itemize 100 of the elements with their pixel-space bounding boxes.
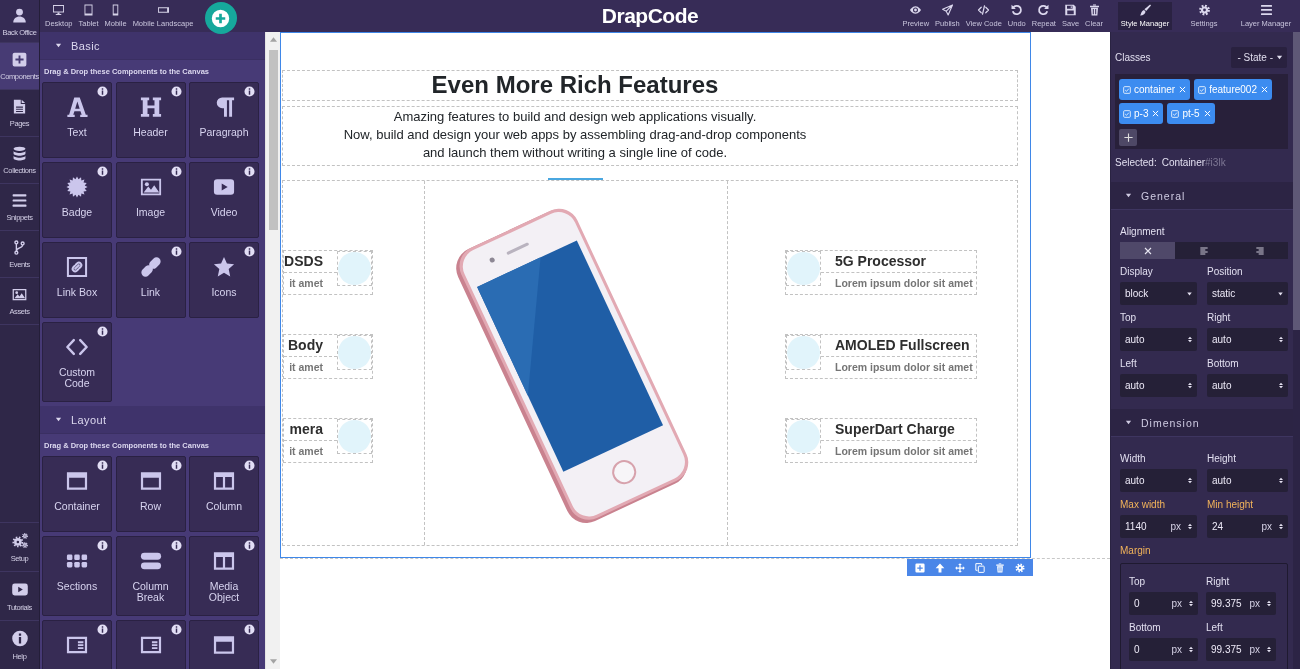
number-field[interactable]: auto (1120, 469, 1197, 492)
number-field[interactable]: 99.375 px (1206, 638, 1276, 661)
field-label: Right (1207, 312, 1232, 324)
field-label: Position (1207, 266, 1244, 278)
selected-container[interactable] (280, 32, 1031, 558)
component-tile[interactable]: Badge (42, 162, 112, 238)
row-icon (139, 470, 162, 492)
circle-icon (338, 336, 371, 369)
alignment-option[interactable] (1120, 242, 1176, 259)
component-tile[interactable]: Header (115, 82, 186, 158)
copy-icon (975, 562, 985, 573)
component-tile[interactable]: Column Break (115, 536, 186, 616)
cross-icon (1143, 246, 1152, 255)
number-field[interactable]: 99.375 px (1206, 592, 1276, 615)
star-icon (213, 256, 235, 278)
close-icon (1203, 110, 1211, 117)
feature-text: it amet (288, 360, 324, 375)
component-tile[interactable]: Sections (42, 536, 112, 616)
undo-icon (1010, 4, 1024, 16)
spinner-icon (1187, 335, 1193, 344)
select-field[interactable]: static (1207, 282, 1288, 305)
component-tile[interactable]: Link (115, 242, 186, 318)
component-tile[interactable]: Video (189, 162, 259, 238)
number-field[interactable]: 1140 px (1120, 515, 1197, 538)
component-tile[interactable]: Container (42, 456, 112, 532)
field-label: Alignment (1120, 226, 1166, 238)
number-field[interactable]: auto (1207, 374, 1288, 397)
paragraph: Amazing features to build and design web applications visually. Now, build and design your web apps by assembling drag-and-drop components and launch them without writing a single line of code. (282, 106, 1018, 166)
database-icon (12, 146, 27, 161)
section-header[interactable]: Basic (40, 32, 265, 60)
close-icon (1152, 110, 1160, 117)
info-icon (10, 630, 29, 647)
selected-label: Selected: (1115, 157, 1157, 168)
image-icon (139, 176, 162, 198)
field-label: Left (1206, 622, 1224, 634)
feature-title: SuperDart Charge (821, 419, 976, 441)
spinner-icon (1278, 335, 1284, 344)
caret-icon (1277, 290, 1284, 297)
code-icon (977, 4, 991, 16)
scrollbar-thumb[interactable] (1293, 32, 1300, 330)
state-select[interactable]: - State - (1231, 47, 1287, 68)
circle-icon (338, 252, 371, 285)
number-field[interactable]: auto (1120, 328, 1197, 351)
caret-icon (1186, 290, 1193, 297)
component-tile[interactable]: Custom Code (42, 322, 112, 402)
section-header[interactable]: General (1111, 182, 1293, 210)
settings-icon (1015, 562, 1025, 573)
menu-icon (1259, 4, 1273, 16)
number-field[interactable]: auto (1120, 374, 1197, 397)
section-header[interactable]: Dimension (1111, 409, 1293, 437)
number-field[interactable]: auto (1207, 328, 1288, 351)
circle-icon (787, 336, 820, 369)
component-tile[interactable]: Image (115, 162, 186, 238)
field-label: Min height (1207, 499, 1255, 511)
number-field[interactable]: auto (1207, 469, 1288, 492)
field-label: Width (1120, 453, 1147, 465)
field-label: Bottom (1129, 622, 1162, 634)
component-tile[interactable]: Link Box (42, 242, 112, 318)
scroll-up-icon[interactable] (269, 37, 277, 42)
trash-icon (1087, 4, 1101, 16)
unit-label: px (1261, 521, 1272, 532)
field-label: Height (1207, 453, 1237, 465)
field-label: Top (1120, 312, 1138, 324)
caret-icon (1276, 54, 1283, 61)
file-icon (12, 99, 27, 114)
component-tile[interactable]: Paragraph (189, 82, 259, 158)
number-field[interactable]: 0 px (1129, 592, 1198, 615)
component-tile[interactable]: Text (42, 82, 112, 158)
spinner-icon (1188, 645, 1194, 654)
scrollbar[interactable] (265, 32, 280, 669)
card-icon (139, 634, 162, 656)
field-label: Margin (1120, 545, 1152, 557)
feature-text: Lorem ipsum dolor sit amet (834, 276, 974, 291)
save-icon (1064, 4, 1077, 16)
circle-icon (787, 252, 820, 285)
section-header[interactable]: Layout (40, 406, 265, 434)
add-class-button[interactable] (1119, 129, 1137, 146)
spinner-icon (1188, 599, 1194, 608)
letter-a-icon (66, 96, 88, 118)
circle-icon (787, 420, 820, 453)
field-label: Left (1120, 358, 1138, 370)
component-tile[interactable]: Media Object (189, 536, 259, 616)
play-icon (10, 581, 29, 598)
feature-text: it amet (288, 276, 324, 291)
columns-icon (213, 470, 235, 492)
unit-label: px (1171, 598, 1182, 609)
scrollbar-thumb[interactable] (268, 50, 278, 230)
component-tile[interactable]: Row (115, 456, 186, 532)
letter-h-icon (139, 96, 162, 118)
component-tile[interactable]: Icons (189, 242, 259, 318)
image-icon (12, 287, 27, 302)
scroll-down-icon[interactable] (269, 659, 277, 664)
component-tile[interactable]: Column (189, 456, 259, 532)
close-icon (1179, 86, 1187, 93)
card-icon (66, 634, 88, 656)
number-field[interactable]: 0 px (1129, 638, 1198, 661)
add-button[interactable] (204, 2, 237, 34)
number-field[interactable]: 24 px (1207, 515, 1288, 538)
scrollbar[interactable] (1293, 32, 1300, 669)
select-field[interactable]: block (1120, 282, 1197, 305)
